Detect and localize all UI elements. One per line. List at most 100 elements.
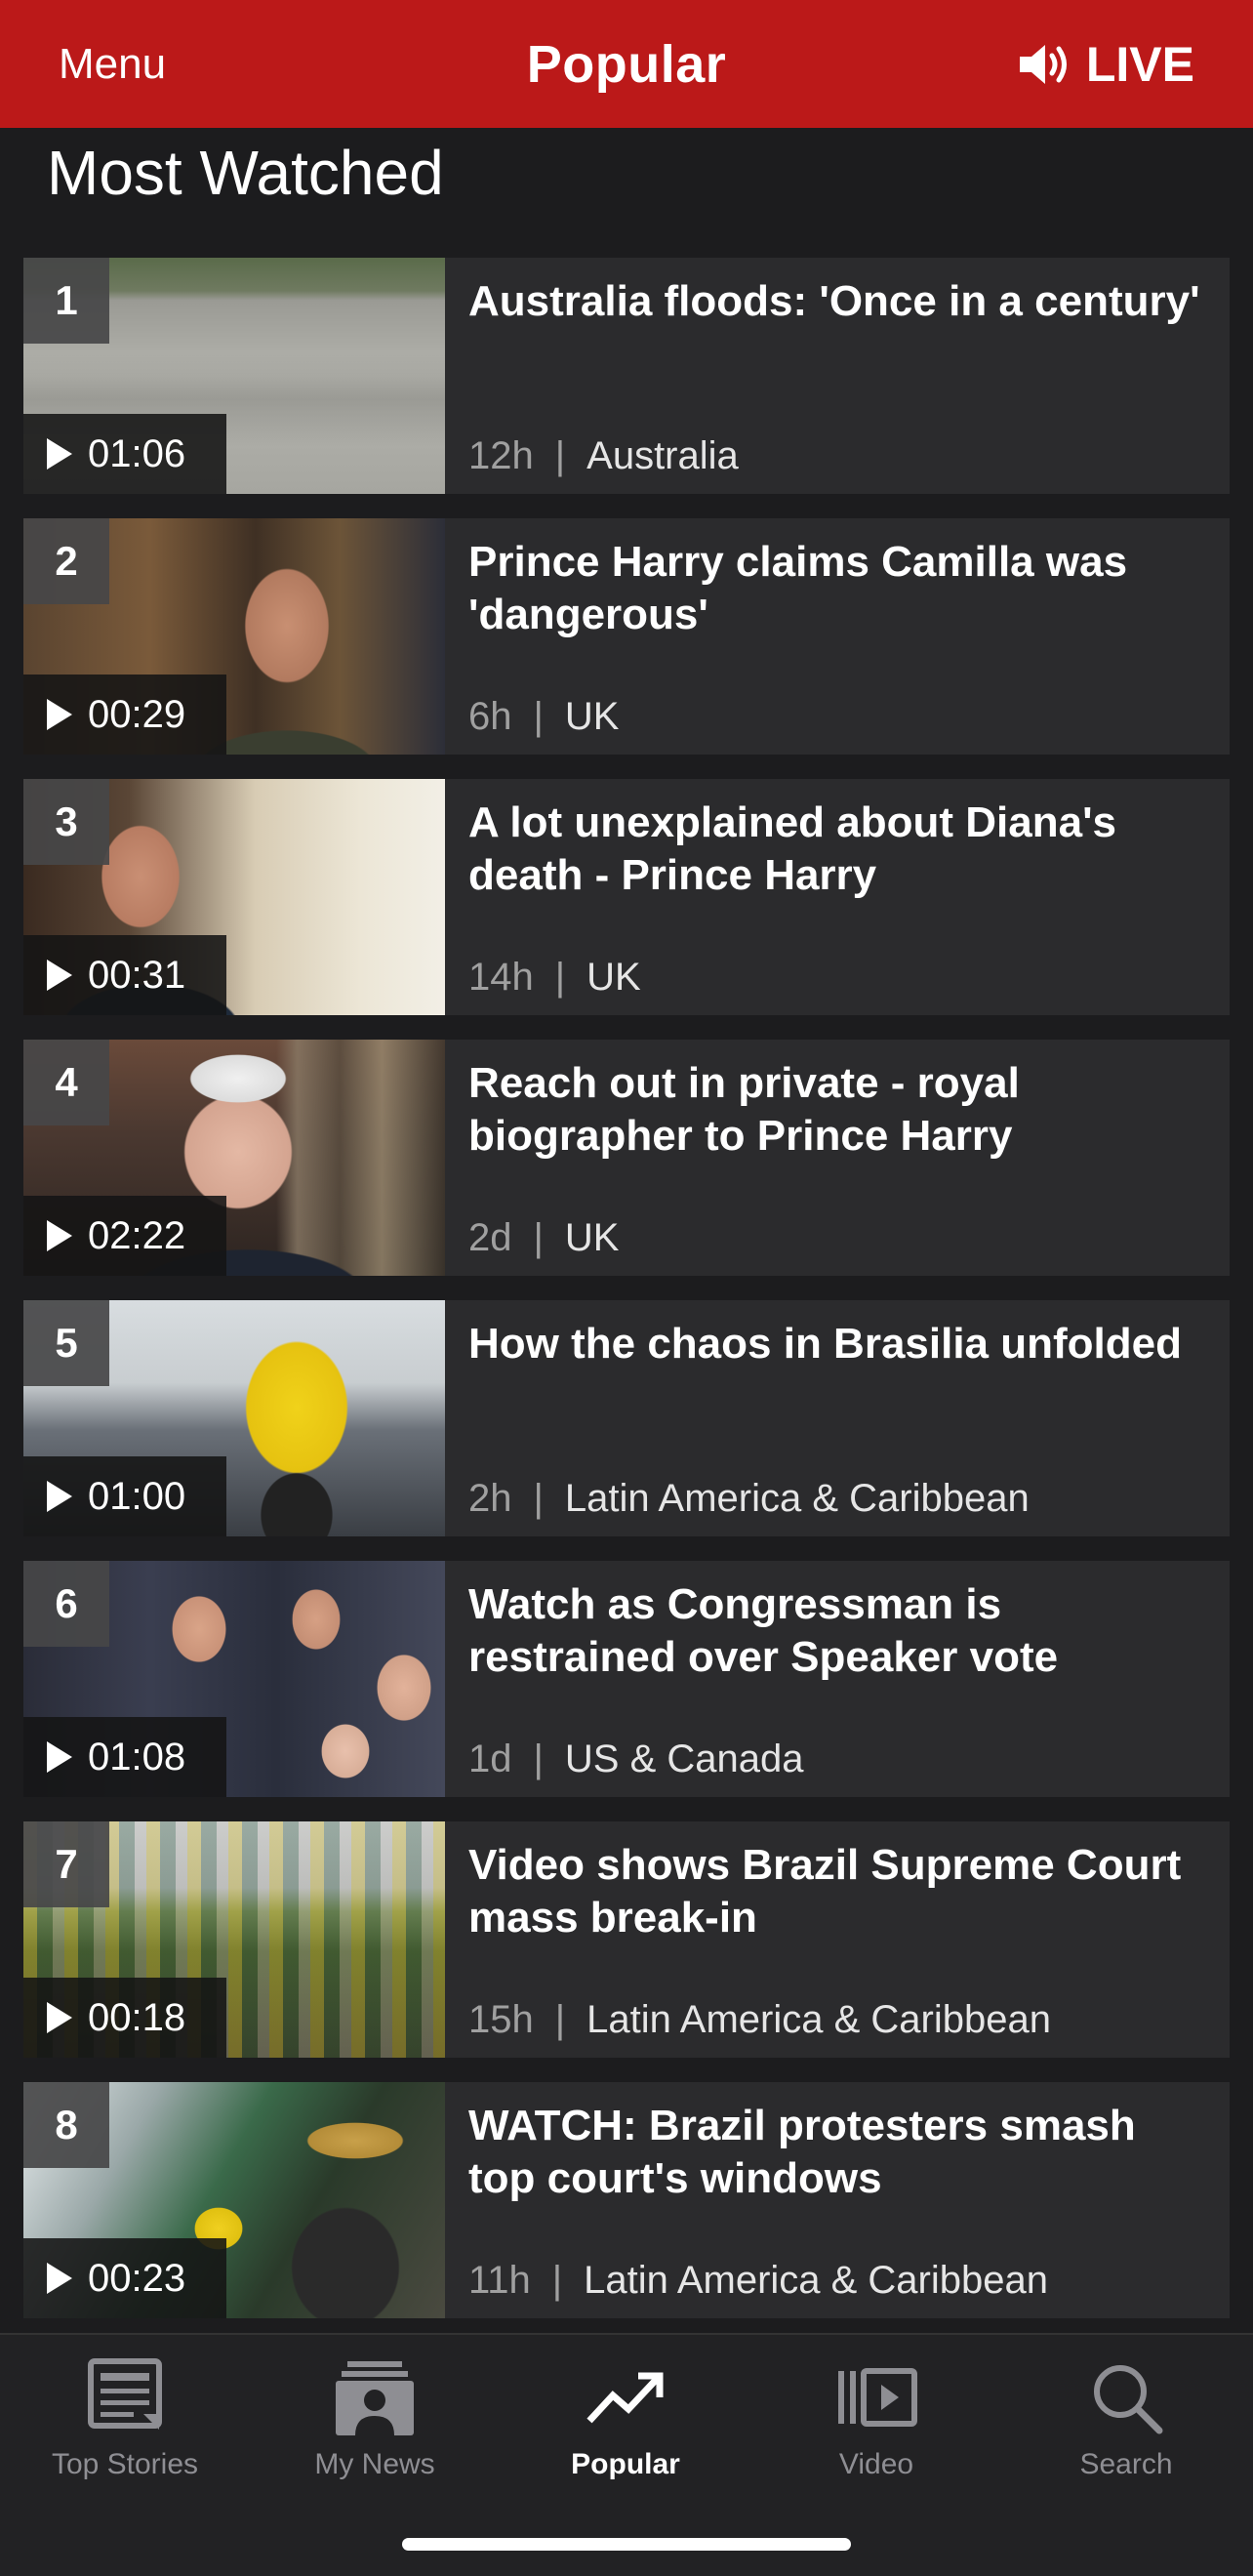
video-category[interactable]: UK bbox=[565, 695, 620, 739]
duration-text: 01:06 bbox=[88, 431, 186, 475]
video-thumbnail: 8 00:23 bbox=[23, 2082, 445, 2318]
video-meta: 2d | UK bbox=[468, 1216, 619, 1260]
video-time: 14h bbox=[468, 956, 534, 999]
video-headline[interactable]: Video shows Brazil Supreme Court mass br… bbox=[468, 1839, 1210, 1944]
video-category[interactable]: Latin America & Caribbean bbox=[565, 1477, 1030, 1521]
play-icon bbox=[47, 438, 72, 470]
meta-divider: | bbox=[533, 1477, 544, 1520]
duration-badge: 00:29 bbox=[23, 675, 226, 755]
video-headline[interactable]: Australia floods: 'Once in a century' bbox=[468, 275, 1210, 328]
newspaper-icon bbox=[85, 2352, 165, 2442]
tab-search[interactable]: Search bbox=[1001, 2352, 1251, 2499]
meta-divider: | bbox=[533, 1216, 544, 1259]
rank-badge: 4 bbox=[23, 1040, 109, 1125]
video-thumbnail: 4 02:22 bbox=[23, 1040, 445, 1276]
video-meta: 12h | Australia bbox=[468, 434, 739, 478]
home-indicator[interactable] bbox=[402, 2538, 851, 2551]
duration-text: 00:29 bbox=[88, 692, 186, 736]
video-item-3[interactable]: 3 00:31 A lot unexplained about Diana's … bbox=[23, 779, 1230, 1015]
video-meta: 6h | UK bbox=[468, 695, 619, 739]
duration-badge: 00:31 bbox=[23, 935, 226, 1015]
video-headline[interactable]: How the chaos in Brasilia unfolded bbox=[468, 1318, 1210, 1370]
video-time: 2d bbox=[468, 1216, 512, 1259]
video-time: 15h bbox=[468, 1998, 534, 2041]
menu-button[interactable]: Menu bbox=[59, 0, 166, 128]
trending-icon bbox=[586, 2352, 666, 2442]
rank-badge: 2 bbox=[23, 518, 109, 604]
video-headline[interactable]: A lot unexplained about Diana's death - … bbox=[468, 797, 1210, 902]
tab-label: Search bbox=[1079, 2448, 1173, 2480]
live-label: LIVE bbox=[1085, 36, 1194, 92]
meta-divider: | bbox=[554, 1998, 566, 2041]
video-icon bbox=[834, 2352, 918, 2442]
meta-divider: | bbox=[533, 695, 544, 738]
play-icon bbox=[47, 960, 72, 991]
play-icon bbox=[47, 1481, 72, 1512]
duration-badge: 00:18 bbox=[23, 1978, 226, 2058]
top-bar: Menu Popular LIVE bbox=[0, 0, 1253, 128]
video-thumbnail: 7 00:18 bbox=[23, 1821, 445, 2058]
video-meta: 1d | US & Canada bbox=[468, 1738, 803, 1781]
video-meta: 11h | Latin America & Caribbean bbox=[468, 2259, 1048, 2303]
tab-popular[interactable]: Popular bbox=[501, 2352, 750, 2499]
duration-text: 00:18 bbox=[88, 1995, 186, 2039]
video-thumbnail: 1 01:06 bbox=[23, 258, 445, 494]
duration-badge: 02:22 bbox=[23, 1196, 226, 1276]
rank-badge: 3 bbox=[23, 779, 109, 865]
video-meta: 14h | UK bbox=[468, 956, 641, 1000]
video-meta: 15h | Latin America & Caribbean bbox=[468, 1998, 1051, 2042]
my-news-icon bbox=[332, 2352, 418, 2442]
video-headline[interactable]: Watch as Congressman is restrained over … bbox=[468, 1578, 1210, 1684]
video-thumbnail: 3 00:31 bbox=[23, 779, 445, 1015]
duration-text: 01:00 bbox=[88, 1474, 186, 1518]
duration-badge: 01:06 bbox=[23, 414, 226, 494]
video-time: 12h bbox=[468, 434, 534, 477]
rank-badge: 5 bbox=[23, 1300, 109, 1386]
video-item-4[interactable]: 4 02:22 Reach out in private - royal bio… bbox=[23, 1040, 1230, 1276]
video-category[interactable]: UK bbox=[586, 956, 641, 1000]
video-item-8[interactable]: 8 00:23 WATCH: Brazil protesters smash t… bbox=[23, 2082, 1230, 2318]
video-time: 2h bbox=[468, 1477, 512, 1520]
live-button[interactable]: LIVE bbox=[1016, 0, 1194, 128]
tab-label: Video bbox=[838, 2448, 914, 2480]
video-category[interactable]: Australia bbox=[586, 434, 739, 478]
page-title: Popular bbox=[526, 34, 727, 94]
duration-badge: 01:00 bbox=[23, 1456, 226, 1536]
video-headline[interactable]: Reach out in private - royal biographer … bbox=[468, 1057, 1210, 1163]
video-meta: 2h | Latin America & Caribbean bbox=[468, 1477, 1030, 1521]
search-icon bbox=[1089, 2352, 1163, 2442]
tab-label: Popular bbox=[571, 2448, 680, 2480]
video-category[interactable]: Latin America & Caribbean bbox=[586, 1998, 1051, 2042]
rank-badge: 1 bbox=[23, 258, 109, 344]
video-time: 1d bbox=[468, 1738, 512, 1780]
video-item-1[interactable]: 1 01:06 Australia floods: 'Once in a cen… bbox=[23, 258, 1230, 494]
section-title: Most Watched bbox=[47, 138, 444, 208]
tab-video[interactable]: Video bbox=[751, 2352, 1001, 2499]
tab-my-news[interactable]: My News bbox=[250, 2352, 500, 2499]
video-time: 6h bbox=[468, 695, 512, 738]
video-item-7[interactable]: 7 00:18 Video shows Brazil Supreme Court… bbox=[23, 1821, 1230, 2058]
tab-top-stories[interactable]: Top Stories bbox=[0, 2352, 250, 2499]
tab-label: Top Stories bbox=[51, 2448, 199, 2480]
play-icon bbox=[47, 1741, 72, 1773]
meta-divider: | bbox=[554, 956, 566, 999]
play-icon bbox=[47, 699, 72, 730]
video-thumbnail: 5 01:00 bbox=[23, 1300, 445, 1536]
play-icon bbox=[47, 1220, 72, 1251]
rank-badge: 6 bbox=[23, 1561, 109, 1647]
video-item-5[interactable]: 5 01:00 How the chaos in Brasilia unfold… bbox=[23, 1300, 1230, 1536]
tab-label: My News bbox=[314, 2448, 435, 2480]
duration-text: 02:22 bbox=[88, 1213, 186, 1257]
video-category[interactable]: UK bbox=[565, 1216, 620, 1260]
video-category[interactable]: Latin America & Caribbean bbox=[584, 2259, 1048, 2303]
video-headline[interactable]: Prince Harry claims Camilla was 'dangero… bbox=[468, 536, 1210, 641]
duration-badge: 01:08 bbox=[23, 1717, 226, 1797]
video-thumbnail: 2 00:29 bbox=[23, 518, 445, 755]
meta-divider: | bbox=[551, 2259, 563, 2302]
duration-text: 00:23 bbox=[88, 2256, 186, 2300]
video-category[interactable]: US & Canada bbox=[565, 1738, 804, 1781]
play-icon bbox=[47, 2263, 72, 2294]
video-item-2[interactable]: 2 00:29 Prince Harry claims Camilla was … bbox=[23, 518, 1230, 755]
video-headline[interactable]: WATCH: Brazil protesters smash top court… bbox=[468, 2100, 1210, 2205]
video-item-6[interactable]: 6 01:08 Watch as Congressman is restrain… bbox=[23, 1561, 1230, 1797]
